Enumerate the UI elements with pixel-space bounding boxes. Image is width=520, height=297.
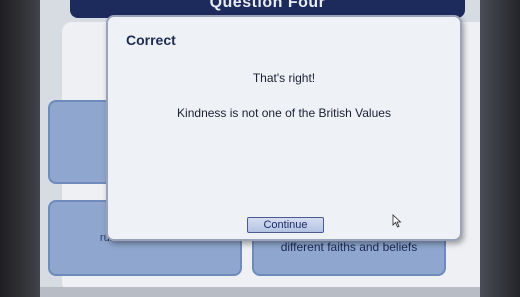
dialog-message-heading: That's right! xyxy=(252,71,316,85)
continue-button[interactable]: Continue xyxy=(247,217,324,233)
feedback-dialog: Correct That's right! Kindness is not on… xyxy=(106,15,462,241)
monitor-bezel-right xyxy=(480,0,520,297)
answer-card-label: different faiths and beliefs xyxy=(280,240,418,254)
dialog-message-body: Kindness is not one of the British Value… xyxy=(177,106,391,120)
mouse-pointer-icon xyxy=(392,214,402,228)
question-title: Question Four xyxy=(209,0,326,11)
dialog-title: Correct xyxy=(126,32,176,48)
screen-bottom-strip xyxy=(40,287,510,297)
